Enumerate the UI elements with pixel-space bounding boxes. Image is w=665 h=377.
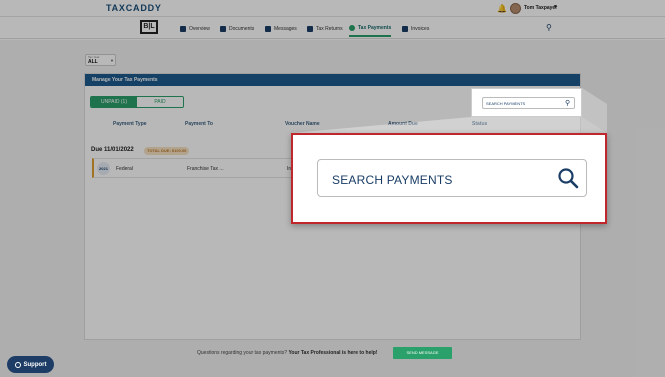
home-icon: [180, 26, 186, 32]
search-icon[interactable]: ⚲: [546, 23, 552, 32]
taxcaddy-logo[interactable]: TAXCADDY: [106, 3, 162, 13]
tab-paid[interactable]: PAID: [137, 97, 183, 107]
chevron-down-icon: ▼: [110, 58, 114, 63]
support-icon: [14, 361, 21, 368]
column-header-voucher-name[interactable]: Voucher Name: [285, 121, 320, 127]
status-tabs: UNPAID (1) PAID: [90, 96, 184, 108]
column-header-status[interactable]: Status: [472, 121, 487, 127]
year-badge: 2021: [97, 162, 110, 175]
invoice-icon: [402, 26, 408, 32]
tab-invoices[interactable]: Invoices: [402, 21, 429, 37]
total-due-badge: TOTAL DUE: $100.00: [144, 147, 190, 155]
tax-year-select[interactable]: Tax Year ALL ▼: [85, 54, 116, 66]
bell-icon[interactable]: 🔔: [497, 4, 507, 13]
column-header-payment-type[interactable]: Payment Type: [113, 121, 147, 127]
send-message-button[interactable]: SEND MESSAGE: [393, 347, 452, 359]
avatar[interactable]: [510, 3, 521, 14]
documents-icon: [220, 26, 226, 32]
card-title: Manage Your Tax Payments: [85, 74, 580, 86]
search-input[interactable]: SEARCH PAYMENTS ⚲: [482, 97, 575, 109]
tab-unpaid[interactable]: UNPAID (1): [91, 97, 137, 107]
top-bar: TAXCADDY 🔔 Tom Taxpayer ▼: [0, 0, 665, 17]
zoomed-search-input[interactable]: SEARCH PAYMENTS: [317, 159, 587, 197]
search-icon[interactable]: ⚲: [565, 99, 570, 107]
tab-overview[interactable]: Overview: [180, 21, 210, 37]
dollar-icon: [349, 25, 355, 31]
search-icon[interactable]: [556, 166, 580, 190]
footer: Support Questions regarding your tax pay…: [0, 340, 665, 377]
tab-tax-returns[interactable]: Tax Returns: [307, 21, 343, 37]
tab-documents[interactable]: Documents: [220, 21, 254, 37]
page: TAXCADDY 🔔 Tom Taxpayer ▼ B|L Overview D…: [0, 0, 665, 377]
tax-returns-icon: [307, 26, 313, 32]
column-header-amount-due[interactable]: Amount Due: [388, 121, 418, 127]
messages-icon: [265, 26, 271, 32]
support-button[interactable]: Support: [7, 356, 54, 373]
tab-messages[interactable]: Messages: [265, 21, 297, 37]
zoom-callout: SEARCH PAYMENTS: [291, 133, 607, 224]
due-date-heading: Due 11/01/2022: [91, 147, 134, 153]
tab-tax-payments[interactable]: Tax Payments: [349, 21, 392, 37]
footer-help-text: Questions regarding your tax payments? Y…: [197, 350, 378, 356]
nav-bar: B|L Overview Documents Messages Tax Retu…: [0, 17, 665, 39]
search-payments-highlight: SEARCH PAYMENTS ⚲: [471, 88, 582, 117]
firm-logo: B|L: [140, 20, 158, 34]
payment-type-cell: Federal: [116, 166, 133, 172]
payment-to-cell: Franchise Tax ...: [187, 166, 224, 172]
chevron-down-icon[interactable]: ▼: [553, 4, 558, 10]
column-header-payment-to[interactable]: Payment To: [185, 121, 213, 127]
